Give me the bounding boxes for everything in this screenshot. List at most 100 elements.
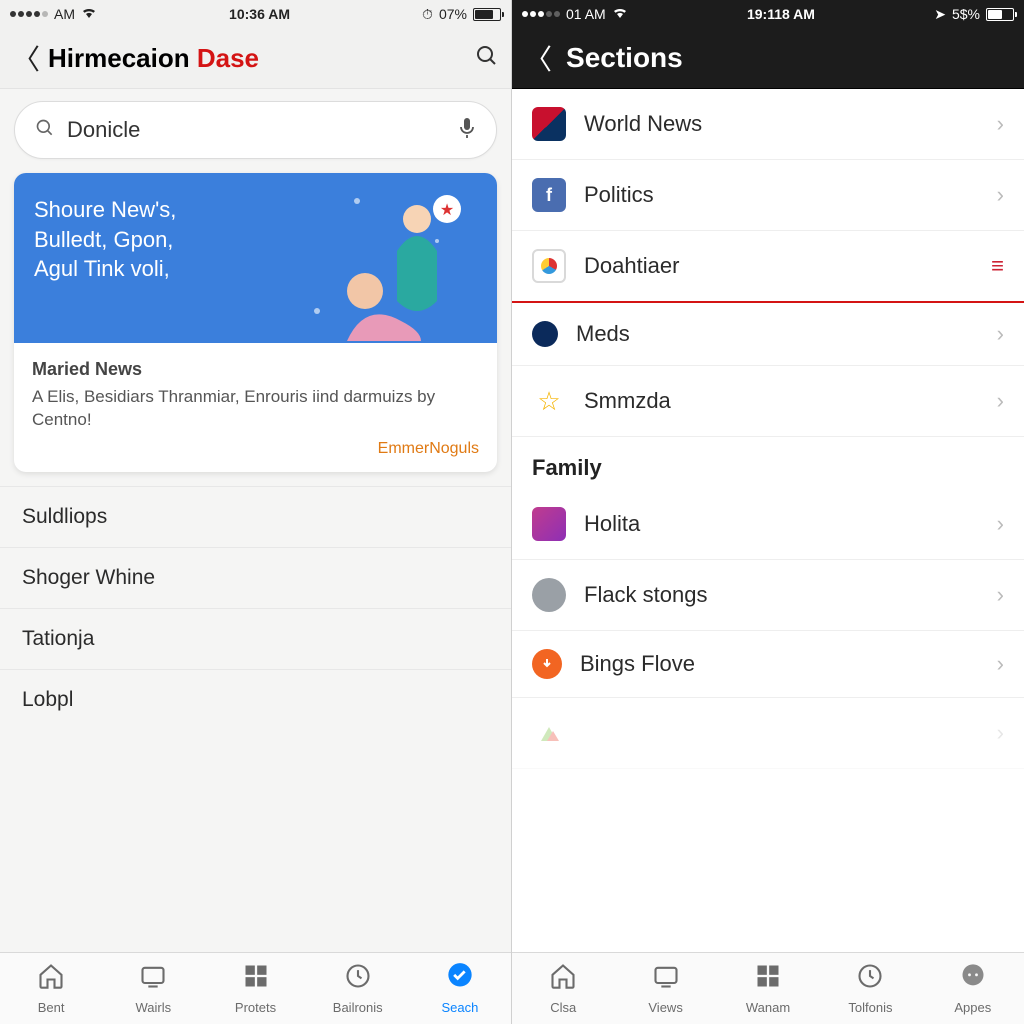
row-label: Holita (584, 511, 979, 537)
tab-tolfonis[interactable]: Tolfonis (819, 953, 921, 1024)
tab-bar: Bent Wairls Protets Bailronis Seach (0, 952, 511, 1024)
page-title: Hirmecaion Dase (48, 43, 467, 74)
feature-headline: Shoure New's, Bulledt, Gpon, Agul Tink v… (34, 195, 309, 284)
status-bar: AM 10:36 AM ⏱ 07% (0, 0, 511, 28)
feature-blurb: A Elis, Besidiars Thranmiar, Enrouris ii… (32, 386, 479, 432)
battery-label: 5$% (952, 6, 980, 22)
tab-wanam[interactable]: Wanam (717, 953, 819, 1024)
location-icon: ➤ (934, 6, 946, 23)
tab-wairls[interactable]: Wairls (102, 953, 204, 1024)
tab-clsa[interactable]: Clsa (512, 953, 614, 1024)
phone-left: AM 10:36 AM ⏱ 07% 〈 Hirmecaion Dase (0, 0, 512, 1024)
back-icon[interactable]: 〈 (524, 38, 552, 78)
chevron-right-icon: › (997, 321, 1004, 347)
nav-bar: 〈 Sections (512, 28, 1024, 89)
page-title: Sections (566, 42, 1012, 74)
magnifier-icon (35, 118, 55, 143)
tab-label: Tolfonis (848, 1000, 892, 1015)
section-row-politics[interactable]: f Politics › (512, 160, 1024, 231)
tab-label: Wairls (135, 1000, 171, 1015)
section-row-flack-stongs[interactable]: Flack stongs › (512, 560, 1024, 631)
tab-label: Bent (38, 1000, 65, 1015)
tab-appes[interactable]: Appes (922, 953, 1024, 1024)
app-icon (532, 507, 566, 541)
chevron-right-icon: › (997, 582, 1004, 608)
tab-bailronis[interactable]: Bailronis (307, 953, 409, 1024)
feature-section-title: Maried News (32, 359, 479, 380)
facebook-icon: f (532, 178, 566, 212)
nav-bar: 〈 Hirmecaion Dase (0, 28, 511, 89)
dot-icon (532, 321, 558, 347)
search-icon[interactable] (475, 44, 499, 73)
grid-icon (754, 962, 782, 997)
tab-label: Seach (441, 1000, 478, 1015)
tab-bent[interactable]: Bent (0, 953, 102, 1024)
section-list: World News › f Politics › Doahtiaer ≡ Me… (512, 89, 1024, 952)
section-row-world-news[interactable]: World News › (512, 89, 1024, 160)
clock: 19:118 AM (747, 6, 815, 22)
chevron-right-icon: › (997, 511, 1004, 537)
wifi-icon (81, 6, 97, 22)
tab-seach[interactable]: Seach (409, 953, 511, 1024)
group-header-family: Family (512, 437, 1024, 489)
signal-dots-icon (10, 11, 48, 17)
row-label: Doahtiaer (584, 253, 973, 279)
search-input[interactable] (67, 117, 446, 143)
tv-icon (652, 962, 680, 997)
tv-icon (139, 962, 167, 997)
tri-icon (532, 716, 566, 750)
chevron-right-icon: › (997, 388, 1004, 414)
grid-icon (242, 962, 270, 997)
section-row-meds[interactable]: Meds › (512, 303, 1024, 366)
svg-text:★: ★ (440, 202, 454, 219)
tab-label: Protets (235, 1000, 276, 1015)
results-list: Suldliops Shoger Whine Tationja Lobpl (0, 486, 511, 730)
section-row-doahtiaer[interactable]: Doahtiaer ≡ (512, 231, 1024, 303)
row-label: Smmzda (584, 388, 979, 414)
row-label: Politics (584, 182, 979, 208)
chevron-right-icon: › (997, 720, 1004, 746)
section-row-smmzda[interactable]: ☆ Smmzda › (512, 366, 1024, 437)
status-bar: 01 AM 19:118 AM ➤ 5$% (512, 0, 1024, 28)
feature-hero: Shoure New's, Bulledt, Gpon, Agul Tink v… (14, 173, 497, 343)
list-item[interactable]: Suldliops (0, 486, 511, 547)
row-label: Flack stongs (584, 582, 979, 608)
tab-label: Wanam (746, 1000, 790, 1015)
wifi-icon (612, 6, 628, 22)
home-icon (37, 962, 65, 997)
alarm-icon: ⏱ (422, 6, 433, 23)
clock-icon (344, 962, 372, 997)
tab-label: Clsa (550, 1000, 576, 1015)
signal-dots-icon (522, 11, 560, 17)
feature-link[interactable]: EmmerNoguls (32, 440, 479, 458)
tab-views[interactable]: Views (614, 953, 716, 1024)
chevron-right-icon: › (997, 651, 1004, 677)
hamburger-icon[interactable]: ≡ (991, 253, 1004, 279)
tab-label: Views (648, 1000, 682, 1015)
mic-icon[interactable] (458, 117, 476, 144)
phone-right: 01 AM 19:118 AM ➤ 5$% 〈 Sections World N… (512, 0, 1024, 1024)
tab-protets[interactable]: Protets (204, 953, 306, 1024)
section-row-bings-flove[interactable]: Bings Flove › (512, 631, 1024, 698)
hero-illustration-icon: ★ (287, 181, 487, 341)
tab-bar: Clsa Views Wanam Tolfonis Appes (512, 952, 1024, 1024)
search-input-wrap[interactable] (14, 101, 497, 159)
battery-icon (473, 8, 501, 21)
star-icon: ☆ (532, 384, 566, 418)
globe-icon (532, 249, 566, 283)
chevron-right-icon: › (997, 111, 1004, 137)
feature-card[interactable]: Shoure New's, Bulledt, Gpon, Agul Tink v… (14, 173, 497, 472)
back-icon[interactable]: 〈 (12, 38, 40, 78)
tab-label: Appes (954, 1000, 991, 1015)
list-item[interactable]: Tationja (0, 608, 511, 669)
carrier-label: AM (54, 6, 75, 22)
section-row-holita[interactable]: Holita › (512, 489, 1024, 560)
list-item[interactable]: Shoger Whine (0, 547, 511, 608)
face-icon (532, 578, 566, 612)
check-bubble-icon (446, 962, 474, 997)
home-icon (549, 962, 577, 997)
row-label: World News (584, 111, 979, 137)
section-row-partial[interactable]: › (512, 698, 1024, 769)
list-item[interactable]: Lobpl (0, 669, 511, 730)
row-label: Meds (576, 321, 979, 347)
